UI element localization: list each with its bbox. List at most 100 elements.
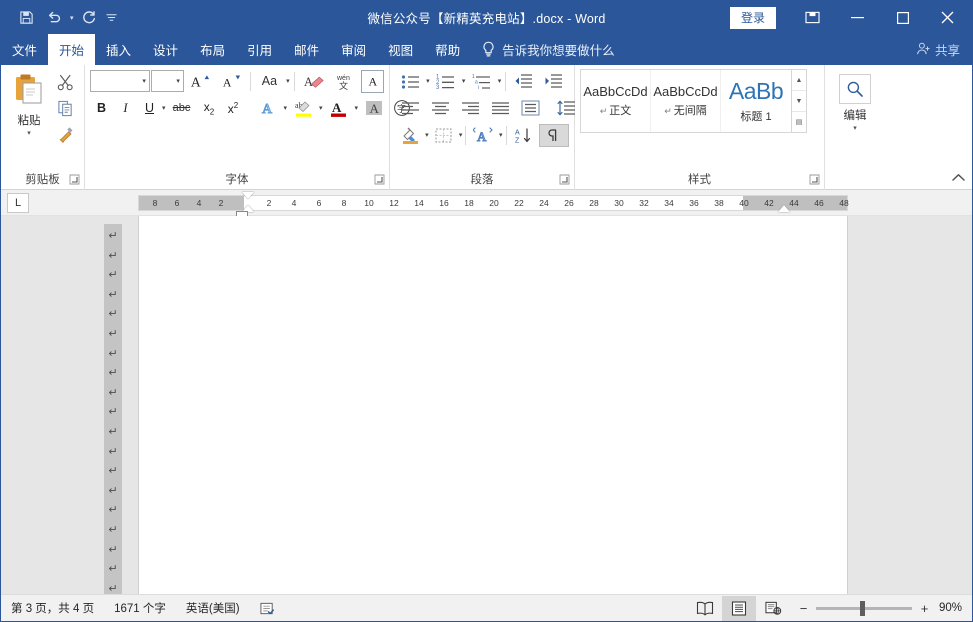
styles-scroll-down-button[interactable]: ▼ <box>792 91 806 112</box>
align-center-button[interactable] <box>425 97 455 120</box>
underline-button[interactable]: U <box>138 97 161 120</box>
shading-button[interactable] <box>395 124 425 147</box>
show-formatting-marks-button[interactable] <box>538 123 569 147</box>
share-button[interactable]: 共享 <box>916 34 960 65</box>
document-area[interactable]: ↵↵↵↵↵↵↵↵↵↵↵↵↵↵↵↵↵↵↵↵↵ <box>1 216 972 594</box>
collapse-ribbon-button[interactable] <box>952 173 965 185</box>
tab-review[interactable]: 审阅 <box>330 34 377 65</box>
tab-mailings[interactable]: 邮件 <box>283 34 330 65</box>
sign-in-button[interactable]: 登录 <box>729 6 776 29</box>
grow-font-button[interactable]: A <box>185 70 215 93</box>
view-print-layout-button[interactable] <box>722 595 756 621</box>
minimize-icon[interactable] <box>835 1 880 34</box>
tell-me-box[interactable]: 告诉我你想要做什么 <box>481 34 615 65</box>
document-page[interactable] <box>138 216 848 594</box>
tab-file[interactable]: 文件 <box>1 34 48 65</box>
redo-button[interactable] <box>76 6 102 30</box>
close-icon[interactable] <box>925 1 970 34</box>
font-color-button[interactable]: A <box>324 97 354 120</box>
maximize-icon[interactable] <box>880 1 925 34</box>
cjk-layout-caret[interactable]: ▾ <box>499 131 503 139</box>
view-read-mode-button[interactable] <box>688 596 722 621</box>
justify-button[interactable] <box>485 97 515 120</box>
change-case-button[interactable]: Aa <box>254 70 284 93</box>
text-effects-button[interactable]: A <box>253 97 283 120</box>
cjk-layout-button[interactable]: A <box>469 124 499 147</box>
font-dialog-launcher[interactable] <box>374 174 385 185</box>
zoom-control[interactable]: − + <box>790 600 938 616</box>
phonetic-guide-button[interactable]: wén 文 <box>330 70 360 93</box>
tab-stop-selector[interactable]: L <box>7 192 29 213</box>
borders-caret[interactable]: ▾ <box>459 131 463 139</box>
font-name-caret[interactable]: ▾ <box>142 77 146 85</box>
font-name-input[interactable]: ▾ <box>90 70 150 92</box>
sort-button[interactable]: AZ <box>509 124 539 147</box>
highlight-button[interactable]: ab <box>288 97 318 120</box>
font-size-caret[interactable]: ▾ <box>176 77 180 85</box>
tab-home[interactable]: 开始 <box>48 34 96 65</box>
text-effects-caret[interactable]: ▾ <box>284 104 288 112</box>
decrease-indent-button[interactable] <box>509 70 539 93</box>
cut-button[interactable] <box>52 73 78 97</box>
clear-formatting-button[interactable]: A <box>299 70 329 93</box>
distribute-button[interactable] <box>515 97 545 120</box>
character-border-button[interactable]: A <box>361 69 384 93</box>
clipboard-dialog-launcher[interactable] <box>69 174 80 185</box>
tab-help[interactable]: 帮助 <box>424 34 471 65</box>
subscript-button[interactable]: x2 <box>198 97 221 120</box>
zoom-level-label[interactable]: 90% <box>938 602 972 614</box>
tab-view[interactable]: 视图 <box>377 34 424 65</box>
zoom-slider-handle[interactable] <box>860 600 865 616</box>
align-left-button[interactable] <box>395 97 425 120</box>
style-item-heading-1[interactable]: AaBb 标题 1 <box>721 70 791 132</box>
highlight-caret[interactable]: ▾ <box>319 104 323 112</box>
numbering-button[interactable]: 123 <box>431 70 461 93</box>
superscript-button[interactable]: x2 <box>222 97 245 120</box>
align-right-button[interactable] <box>455 97 485 120</box>
proofing-errors-icon[interactable] <box>250 595 285 622</box>
change-case-caret[interactable]: ▾ <box>285 77 290 85</box>
tab-design[interactable]: 设计 <box>142 34 189 65</box>
save-button[interactable] <box>13 6 39 30</box>
italic-button[interactable]: I <box>114 97 137 120</box>
multilevel-list-button[interactable]: 1ai <box>467 70 497 93</box>
format-painter-button[interactable] <box>52 125 78 149</box>
zoom-in-button[interactable]: + <box>919 601 930 616</box>
copy-button[interactable] <box>52 99 78 123</box>
paragraph-dialog-launcher[interactable] <box>559 174 570 185</box>
page-indicator[interactable]: 第 3 页，共 4 页 <box>1 595 104 622</box>
bold-button[interactable]: B <box>90 97 113 120</box>
style-item-no-spacing[interactable]: AaBbCcDd ↵ 无间隔 <box>651 70 721 132</box>
language-indicator[interactable]: 英语(美国) <box>176 595 250 622</box>
undo-button[interactable] <box>41 6 67 30</box>
styles-scroll-up-button[interactable]: ▲ <box>792 70 806 91</box>
undo-dropdown-caret[interactable]: ▾ <box>70 14 74 22</box>
font-color-caret[interactable]: ▾ <box>355 104 359 112</box>
editing-dropdown-caret[interactable]: ▾ <box>853 125 857 132</box>
ribbon-display-options-icon[interactable] <box>790 1 835 34</box>
borders-button[interactable] <box>429 124 459 147</box>
tab-references[interactable]: 引用 <box>236 34 283 65</box>
strikethrough-button[interactable]: abc <box>167 97 197 120</box>
view-web-layout-button[interactable] <box>756 596 790 621</box>
tab-insert[interactable]: 插入 <box>95 34 142 65</box>
character-shading-button[interactable]: A <box>359 97 389 120</box>
editing-button[interactable]: 编辑 ▾ <box>830 69 880 168</box>
underline-caret[interactable]: ▾ <box>162 104 166 112</box>
bullets-button[interactable] <box>395 70 425 93</box>
tab-layout[interactable]: 布局 <box>189 34 236 65</box>
paste-dropdown-caret[interactable]: ▾ <box>27 130 31 137</box>
zoom-out-button[interactable]: − <box>798 601 809 616</box>
styles-dialog-launcher[interactable] <box>809 174 820 185</box>
multilevel-list-caret[interactable]: ▾ <box>497 77 503 85</box>
style-item-normal[interactable]: AaBbCcDd ↵ 正文 <box>581 70 651 132</box>
paste-button[interactable]: 粘贴 ▾ <box>6 69 52 168</box>
customize-qat-button[interactable] <box>104 6 120 30</box>
right-indent-marker[interactable] <box>778 205 790 212</box>
shrink-font-button[interactable]: A <box>216 70 246 93</box>
word-count[interactable]: 1671 个字 <box>104 595 176 622</box>
zoom-slider[interactable] <box>816 600 912 616</box>
styles-more-button[interactable]: ▤ <box>792 112 806 132</box>
font-size-input[interactable]: ▾ <box>150 70 184 92</box>
first-line-indent-marker[interactable] <box>242 192 254 199</box>
